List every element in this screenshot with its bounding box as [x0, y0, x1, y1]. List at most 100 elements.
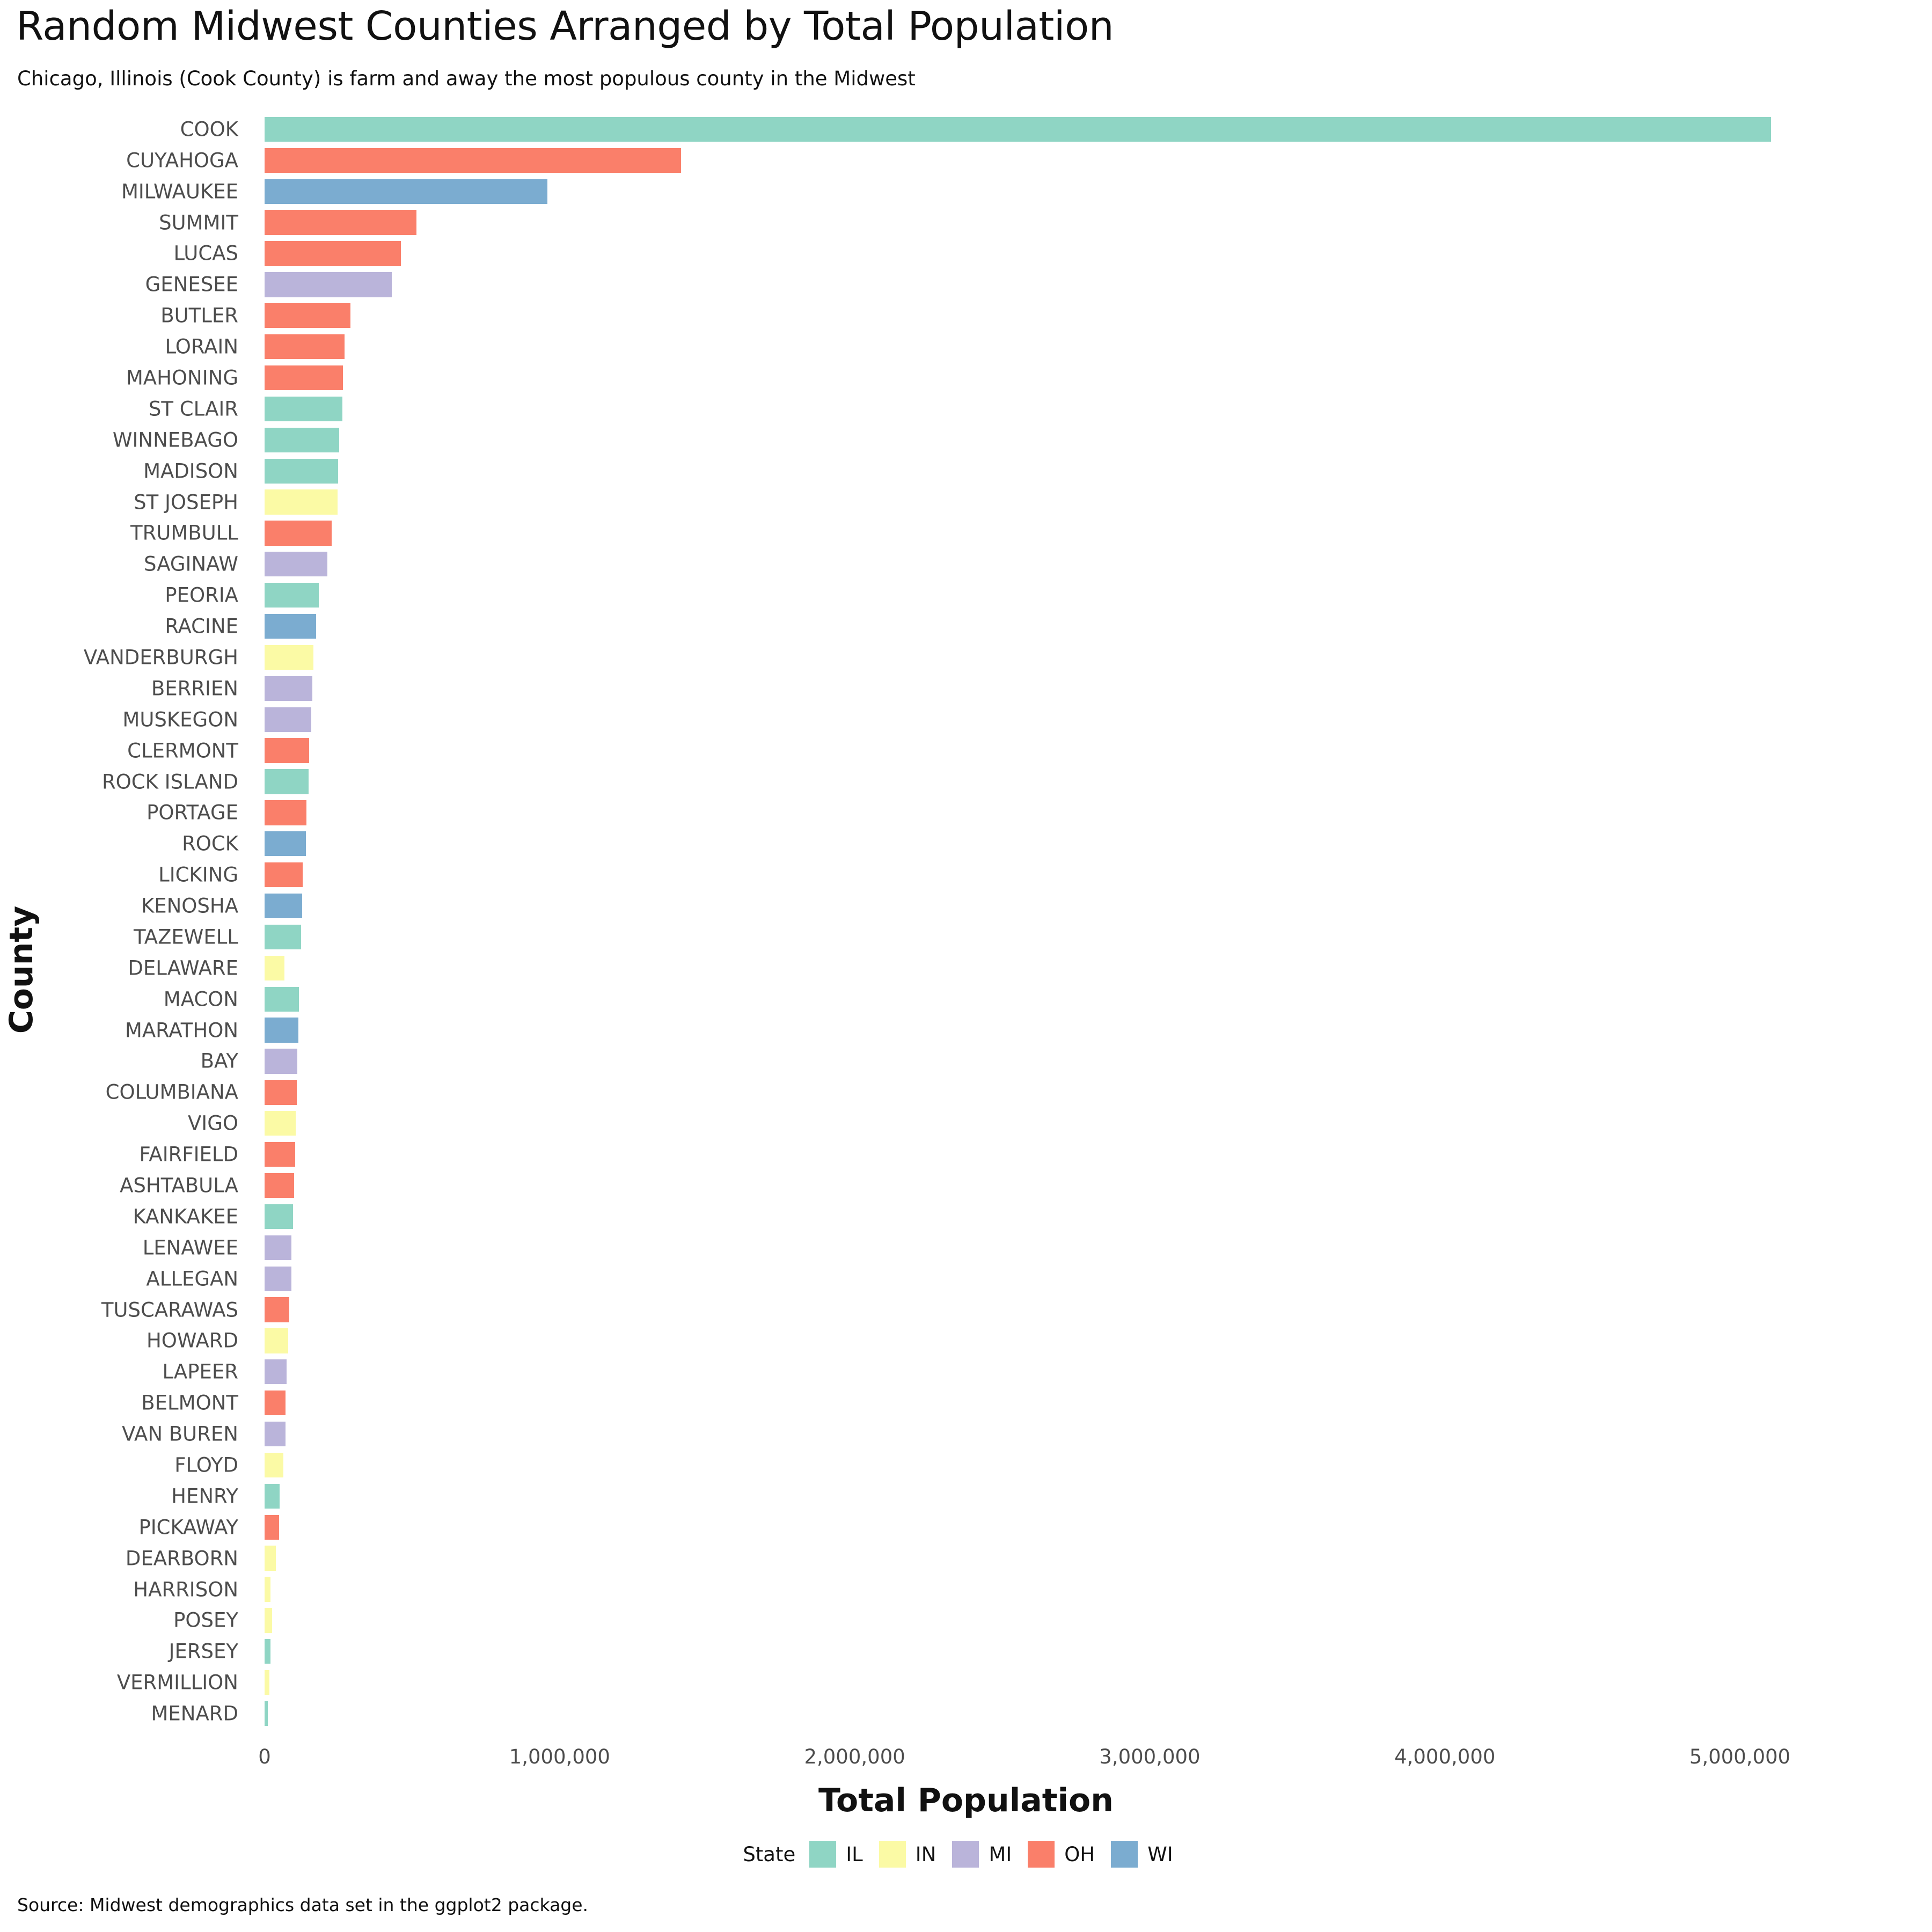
bar-row	[265, 1297, 1864, 1322]
y-tick-label: HENRY	[171, 1484, 238, 1508]
page-title: Random Midwest Counties Arranged by Tota…	[16, 3, 1114, 49]
bar	[265, 1080, 297, 1105]
bar-row	[265, 179, 1864, 204]
y-tick-label: VANDERBURGH	[83, 646, 238, 669]
bar	[265, 1483, 280, 1509]
bar-series	[265, 114, 1864, 1729]
y-tick-label: MENARD	[151, 1702, 239, 1725]
y-tick-label: LUCAS	[173, 241, 239, 265]
bar	[265, 1452, 284, 1478]
bar	[265, 272, 392, 297]
bar	[265, 303, 351, 328]
bar-row	[265, 272, 1864, 297]
bar	[265, 1235, 292, 1260]
y-tick-label: PEORIA	[165, 583, 238, 607]
bar-row	[265, 210, 1864, 235]
y-tick-label: VERMILLION	[116, 1671, 238, 1694]
bar-row	[265, 427, 1864, 452]
y-tick-label: MARATHON	[125, 1019, 238, 1042]
y-tick-label: JERSEY	[169, 1640, 238, 1663]
y-tick-label: RACINE	[165, 614, 238, 638]
bar-row	[265, 334, 1864, 360]
bar-row	[265, 893, 1864, 919]
x-tick-label: 4,000,000	[1394, 1745, 1496, 1768]
bar-row	[265, 365, 1864, 391]
bar-row	[265, 241, 1864, 266]
y-tick-label: ROCK ISLAND	[101, 770, 238, 794]
y-tick-label: DEARBORN	[125, 1547, 238, 1570]
y-tick-label: BUTLER	[160, 304, 238, 327]
y-tick-label: TRUMBULL	[130, 521, 238, 545]
legend-item[interactable]: WI	[1111, 1841, 1173, 1868]
bar-row	[265, 116, 1864, 142]
legend: State IL IN MI OH WI	[0, 1841, 1932, 1868]
y-tick-label: HOWARD	[146, 1329, 238, 1352]
y-tick-label: ST CLAIR	[148, 397, 238, 421]
legend-item[interactable]: IL	[809, 1841, 863, 1868]
bar	[265, 334, 345, 360]
bar	[265, 893, 303, 919]
y-tick-label: TAZEWELL	[134, 925, 238, 949]
bar	[265, 613, 317, 639]
bar-row	[265, 148, 1864, 173]
bar	[265, 1639, 271, 1664]
legend-label: IN	[915, 1842, 936, 1866]
bar-row	[265, 1421, 1864, 1447]
bar	[265, 427, 340, 452]
y-tick-label: CLERMONT	[127, 739, 238, 763]
x-tick-label: 1,000,000	[509, 1745, 610, 1768]
bar	[265, 1111, 296, 1136]
bar	[265, 738, 309, 763]
bar	[265, 1204, 293, 1230]
y-tick-label: LAPEER	[162, 1360, 238, 1384]
bar-row	[265, 955, 1864, 980]
y-axis: County COOK CUYAHOGA MILWAUKEE SUMMIT LUCAS G…	[0, 114, 252, 1729]
y-tick-label: LICKING	[158, 863, 238, 887]
y-tick-label: KANKAKEE	[133, 1205, 238, 1228]
y-tick-label: POSEY	[173, 1608, 238, 1632]
y-tick-label: ALLEGAN	[146, 1267, 238, 1291]
y-tick-label: MILWAUKEE	[121, 180, 238, 203]
y-tick-label: ASHTABULA	[120, 1174, 238, 1197]
y-tick-label: VIGO	[187, 1111, 238, 1135]
bar	[265, 489, 338, 515]
legend-item[interactable]: MI	[952, 1841, 1012, 1868]
bar-row	[265, 1080, 1864, 1105]
bar-row	[265, 396, 1864, 422]
bar	[265, 1018, 299, 1043]
bar	[265, 365, 343, 391]
bar	[265, 1297, 290, 1322]
bar	[265, 1577, 270, 1602]
bar-row	[265, 1514, 1864, 1540]
legend-label: WI	[1147, 1842, 1173, 1866]
bar-row	[265, 489, 1864, 515]
bar-row	[265, 1608, 1864, 1633]
bar-row	[265, 303, 1864, 328]
bar	[265, 645, 313, 670]
y-tick-label: GENESEE	[145, 273, 238, 296]
legend-item[interactable]: IN	[879, 1841, 936, 1868]
y-tick-label: TUSCARAWAS	[101, 1298, 238, 1322]
y-tick-label: HARRISON	[133, 1578, 238, 1601]
bar-row	[265, 1639, 1864, 1664]
bar-row	[265, 1483, 1864, 1509]
y-tick-label: MACON	[163, 987, 238, 1011]
y-tick-label: DELAWARE	[128, 956, 238, 980]
y-tick-label: WINNEBAGO	[112, 428, 238, 452]
bar	[265, 1173, 294, 1198]
bar	[265, 769, 309, 794]
x-axis-title: Total Population	[818, 1782, 1114, 1819]
bar	[265, 1514, 279, 1540]
y-tick-label: LORAIN	[165, 335, 238, 358]
legend-swatch-icon	[879, 1841, 906, 1868]
y-tick-label: CUYAHOGA	[126, 149, 238, 172]
y-tick-label: COLUMBIANA	[105, 1080, 238, 1104]
bar-row	[265, 1049, 1864, 1074]
bar-row	[265, 769, 1864, 794]
plot-panel	[265, 114, 1864, 1729]
bar-row	[265, 1018, 1864, 1043]
legend-item[interactable]: OH	[1028, 1841, 1095, 1868]
bar	[265, 1546, 276, 1571]
legend-title: State	[743, 1842, 796, 1866]
bar-row	[265, 1235, 1864, 1260]
